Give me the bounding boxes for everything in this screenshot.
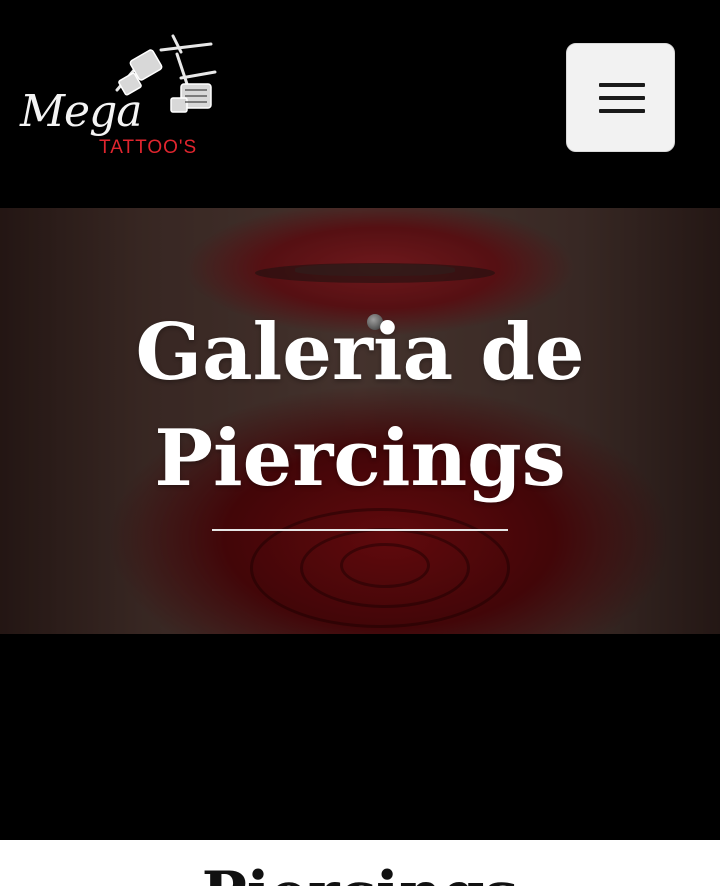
hero-divider bbox=[212, 529, 508, 531]
hero-title: Galeria de Piercings bbox=[135, 307, 585, 504]
logo-subtitle: TATTOO'S bbox=[99, 137, 198, 158]
page: Mega TATTOO'S Galeria de Piercings Pierc… bbox=[0, 0, 720, 886]
site-logo[interactable]: Mega TATTOO'S bbox=[16, 28, 221, 164]
site-header: Mega TATTOO'S bbox=[0, 0, 720, 208]
hero-banner: Galeria de Piercings bbox=[0, 208, 720, 634]
spacer-band bbox=[0, 634, 720, 840]
logo-script-text: Mega bbox=[20, 86, 142, 137]
piercings-section: Piercings bbox=[0, 840, 720, 886]
section-title: Piercings bbox=[0, 864, 720, 886]
menu-button[interactable] bbox=[566, 43, 675, 152]
